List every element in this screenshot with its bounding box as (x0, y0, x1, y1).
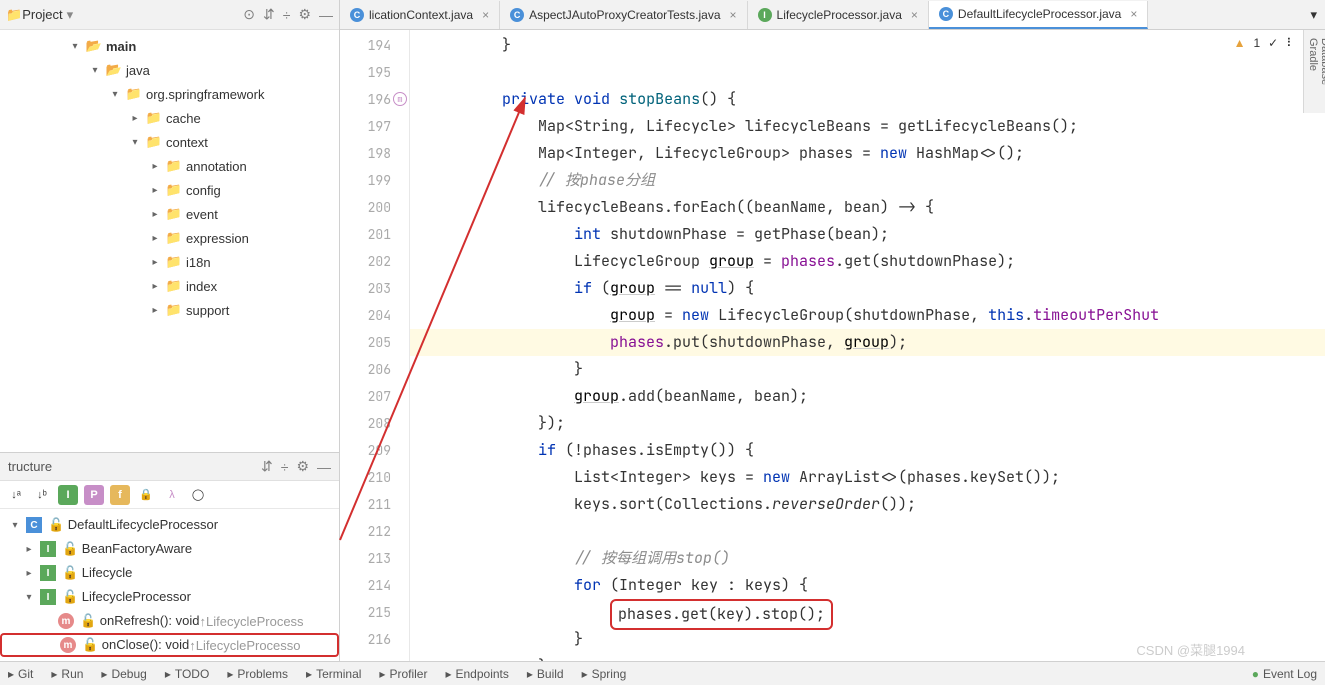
bottom-tool-problems[interactable]: ▸Problems (227, 667, 288, 681)
bottom-tool-todo[interactable]: ▸TODO (165, 667, 209, 681)
close-icon[interactable]: × (911, 8, 918, 22)
code-area[interactable]: } private void stopBeans() { Map<String,… (410, 30, 1325, 685)
tree-item[interactable]: ▸📁config (0, 178, 339, 202)
warning-icon[interactable]: ▲ (1234, 36, 1246, 50)
database-tab[interactable]: Database (1319, 38, 1325, 85)
sort2-icon[interactable]: ↓ᵇ (32, 485, 52, 505)
project-icon: 📁 (6, 7, 22, 23)
project-title: Project (22, 7, 62, 22)
collapse-struct-icon[interactable]: ÷ (281, 459, 289, 475)
tabs-overflow-icon[interactable]: ▾ (1302, 7, 1325, 23)
collapse-icon[interactable]: ÷ (283, 7, 291, 23)
expand-icon[interactable]: ⇵ (263, 6, 275, 23)
structure-toolbar: ↓ᵃ ↓ᵇ I P f 🔒 λ ◯ (0, 481, 339, 509)
code-editor[interactable]: 194195196m197198199200201202203204205206… (340, 30, 1325, 685)
tree-item[interactable]: ▸📁event (0, 202, 339, 226)
editor-tab[interactable]: CDefaultLifecycleProcessor.java× (929, 1, 1148, 29)
tree-item[interactable]: ▾📁context (0, 130, 339, 154)
struct-item[interactable]: m🔓 onClose(): void ↑LifecycleProcesso (0, 633, 339, 657)
close-icon[interactable]: × (482, 8, 489, 22)
struct-item[interactable]: ▾C🔓 DefaultLifecycleProcessor (0, 513, 339, 537)
project-tool-header[interactable]: 📁 Project ▾ ⊙ ⇵ ÷ ⚙ — (0, 0, 339, 30)
watermark: CSDN @菜腿1994 (1136, 640, 1245, 659)
bottom-tool-profiler[interactable]: ▸Profiler (379, 667, 427, 681)
tree-item[interactable]: ▸📁cache (0, 106, 339, 130)
lambda-icon[interactable]: λ (162, 485, 182, 505)
filter-property-icon[interactable]: P (84, 485, 104, 505)
editor-tab[interactable]: CAspectJAutoProxyCreatorTests.java× (500, 1, 747, 29)
select-file-icon[interactable]: ⊙ (243, 6, 255, 23)
struct-hide-icon[interactable]: — (317, 459, 331, 475)
tree-item[interactable]: ▸📁expression (0, 226, 339, 250)
struct-item[interactable]: ▾I🔓 LifecycleProcessor (0, 585, 339, 609)
editor-status: ▲ 1 ✓ ⠇ (1234, 36, 1295, 50)
event-log[interactable]: ●Event Log (1252, 667, 1317, 681)
close-icon[interactable]: × (730, 8, 737, 22)
editor-tab[interactable]: ILifecycleProcessor.java× (748, 1, 929, 29)
right-tool-tabs: Gradle Database (1303, 30, 1325, 113)
more-icon[interactable]: ⠇ (1286, 36, 1295, 50)
structure-header[interactable]: tructure ⇵ ÷ ⚙ — (0, 453, 339, 481)
filter-interface-icon[interactable]: I (58, 485, 78, 505)
tree-item[interactable]: ▸📁support (0, 298, 339, 322)
tree-item[interactable]: ▸📁i18n (0, 250, 339, 274)
bottom-tool-spring[interactable]: ▸Spring (582, 667, 627, 681)
structure-title: tructure (8, 459, 52, 474)
tree-item[interactable]: ▾📂main (0, 34, 339, 58)
bottom-tool-endpoints[interactable]: ▸Endpoints (445, 667, 508, 681)
anon-icon[interactable]: ◯ (188, 485, 208, 505)
tree-item[interactable]: ▸📁annotation (0, 154, 339, 178)
filter-field-icon[interactable]: f (110, 485, 130, 505)
lock-icon[interactable]: 🔒 (136, 485, 156, 505)
struct-item[interactable]: ▸I🔓 BeanFactoryAware (0, 537, 339, 561)
struct-settings-icon[interactable]: ⚙ (296, 458, 309, 475)
gradle-tab[interactable]: Gradle (1307, 38, 1319, 85)
settings-icon[interactable]: ⚙ (298, 6, 311, 23)
tree-item[interactable]: ▸📁index (0, 274, 339, 298)
bottom-tool-terminal[interactable]: ▸Terminal (306, 667, 361, 681)
struct-item[interactable]: m🔓 onRefresh(): void ↑LifecycleProcess (0, 609, 339, 633)
tree-item[interactable]: ▾📁org.springframework (0, 82, 339, 106)
project-tree[interactable]: ▾📂main▾📂java▾📁org.springframework▸📁cache… (0, 30, 339, 452)
bottom-tool-build[interactable]: ▸Build (527, 667, 564, 681)
tree-item[interactable]: ▾📂java (0, 58, 339, 82)
bottom-tool-run[interactable]: ▸Run (51, 667, 83, 681)
close-icon[interactable]: × (1130, 7, 1137, 21)
editor-tab[interactable]: ClicationContext.java× (340, 1, 500, 29)
checkmark-icon[interactable]: ✓ (1268, 36, 1278, 50)
struct-item[interactable]: ▸I🔓 Lifecycle (0, 561, 339, 585)
bottom-tool-git[interactable]: ▸Git (8, 667, 33, 681)
editor-tabs: ClicationContext.java×CAspectJAutoProxyC… (340, 0, 1325, 30)
hide-icon[interactable]: — (319, 7, 333, 23)
structure-tree[interactable]: ▾C🔓 DefaultLifecycleProcessor▸I🔓 BeanFac… (0, 509, 339, 685)
bottom-tool-debug[interactable]: ▸Debug (101, 667, 146, 681)
bottom-toolbar: ▸Git ▸Run ▸Debug ▸TODO ▸Problems ▸Terminal ▸Pr… (0, 661, 1325, 685)
warning-count: 1 (1253, 36, 1260, 50)
gutter[interactable]: 194195196m197198199200201202203204205206… (340, 30, 410, 685)
expand-struct-icon[interactable]: ⇵ (261, 458, 273, 475)
sort-icon[interactable]: ↓ᵃ (6, 485, 26, 505)
